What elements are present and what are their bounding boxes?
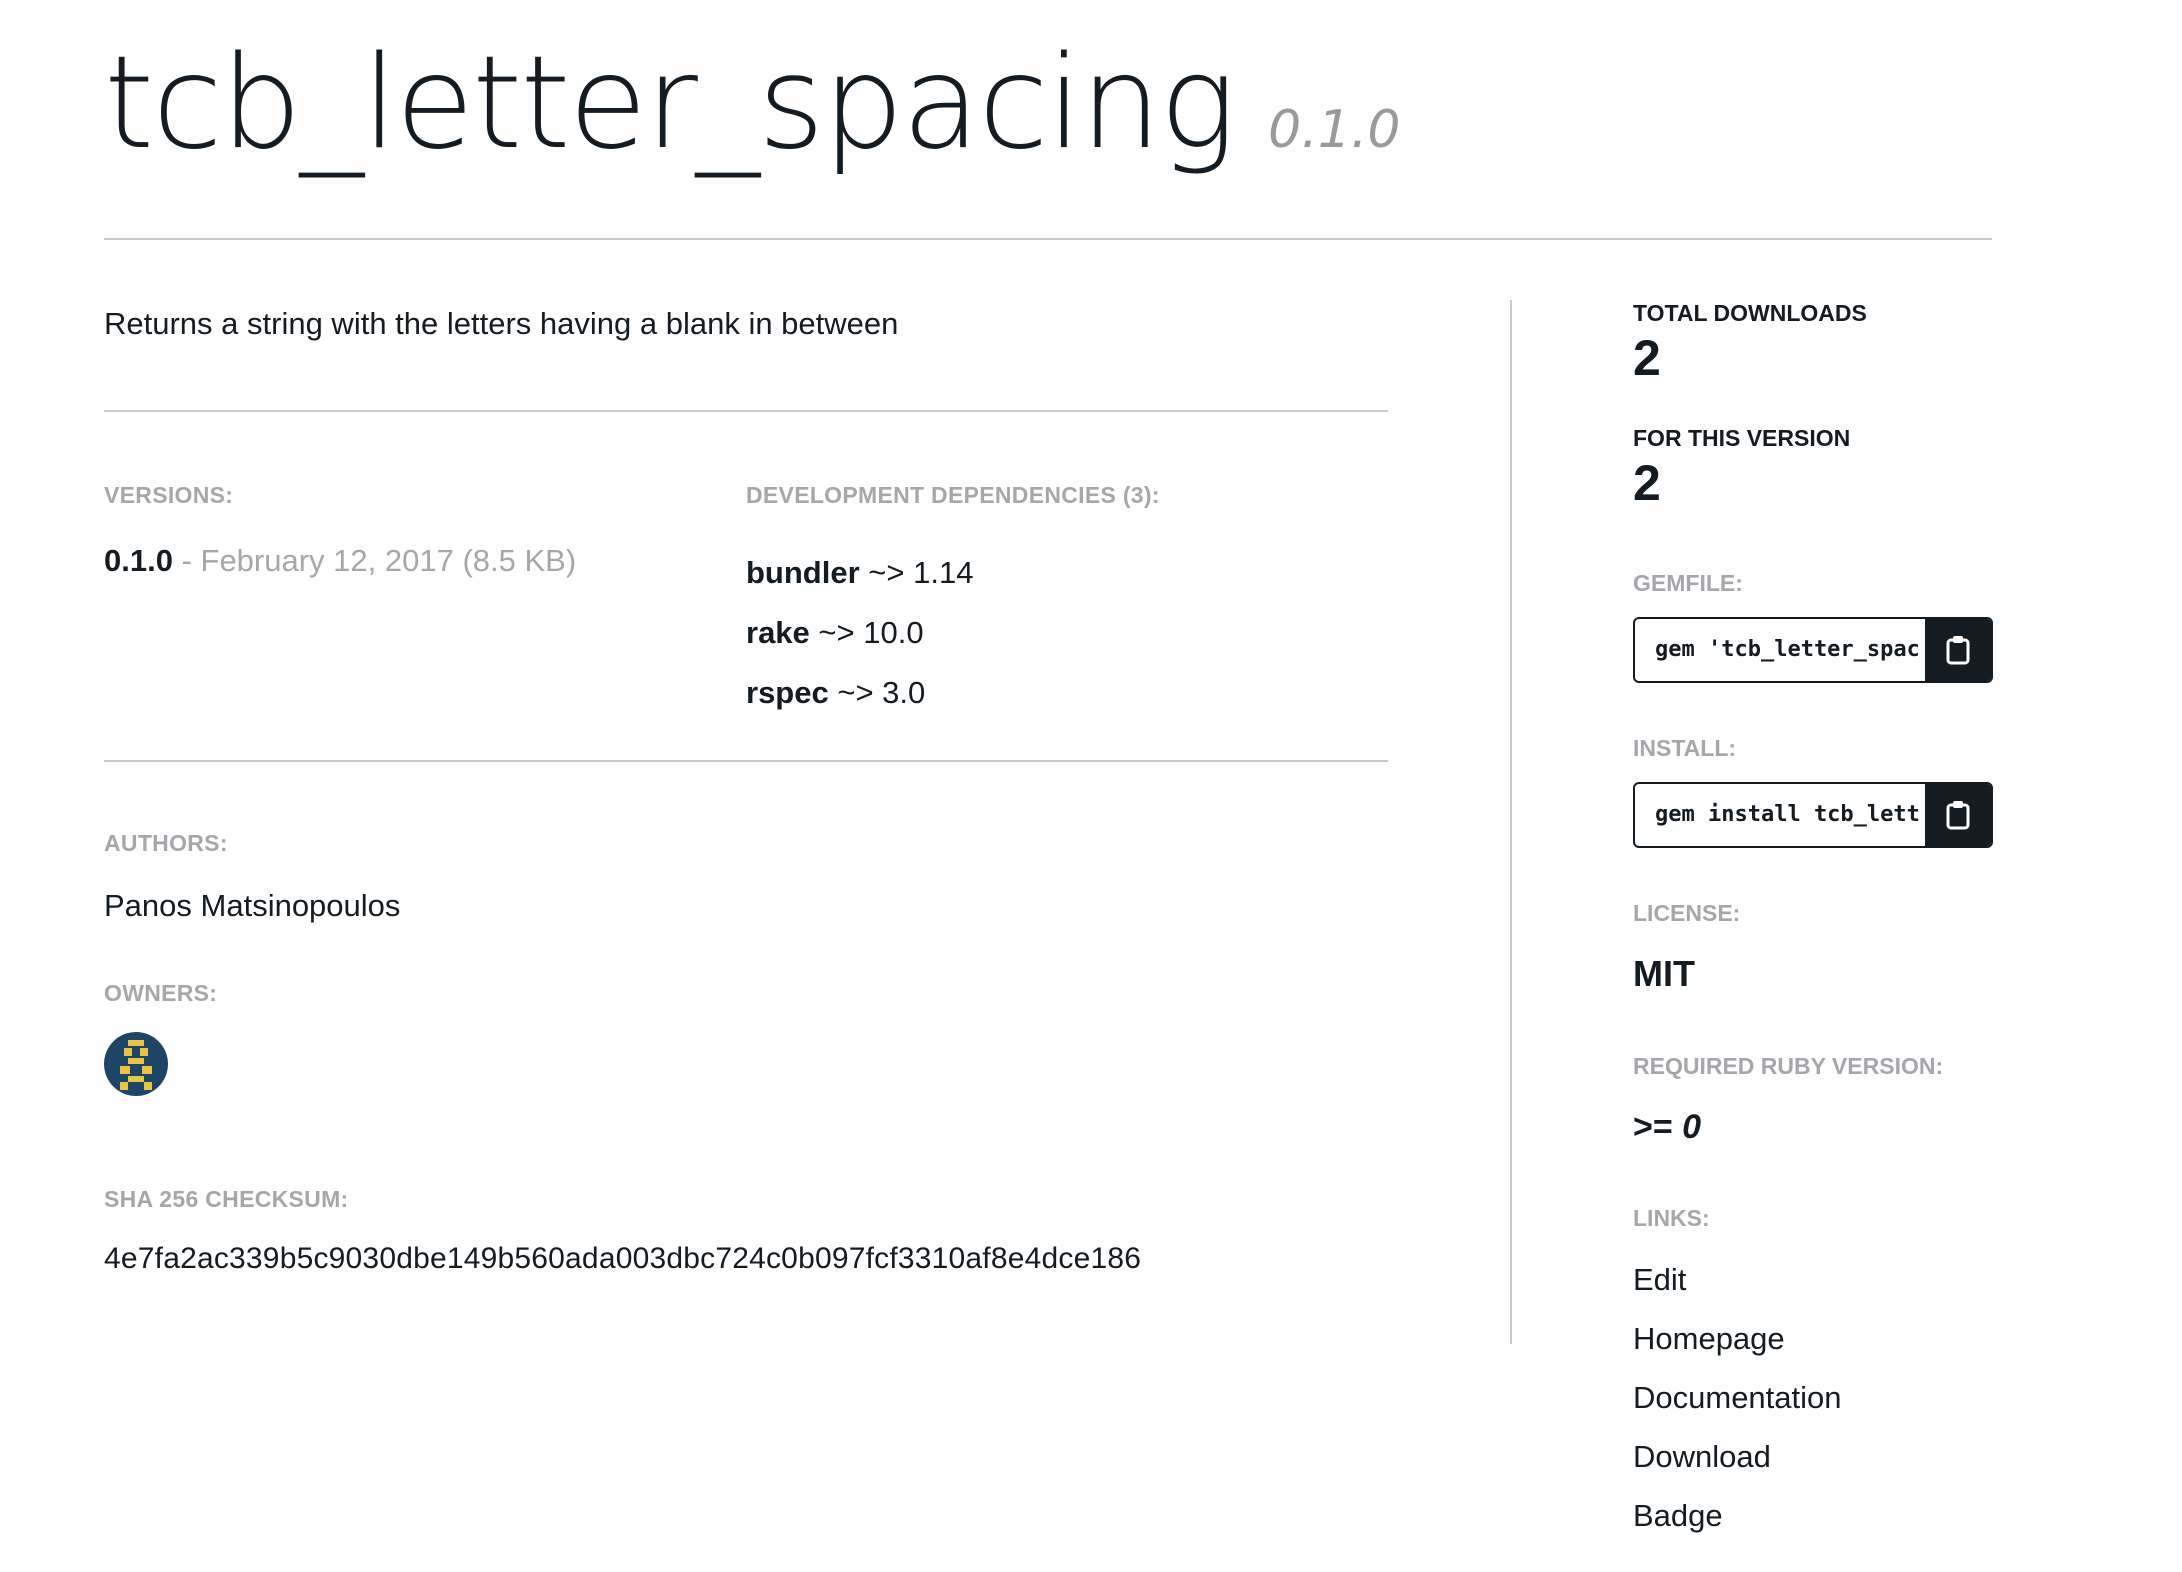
versions-and-dependencies: VERSIONS: 0.1.0 - February 12, 2017 (8.5… [104, 412, 1388, 760]
main-column: Returns a string with the letters having… [104, 300, 1388, 1275]
gemfile-snippet: gem 'tcb_letter_spacing', '~> 0.1.0' [1633, 617, 1993, 683]
dependency-requirement: ~> 3.0 [828, 675, 926, 710]
version-link[interactable]: 0.1.0 [104, 543, 173, 578]
dependency-requirement: ~> 10.0 [809, 615, 924, 650]
header-divider [104, 238, 1992, 240]
version-downloads-label: FOR THIS VERSION [1633, 425, 1851, 451]
link-homepage[interactable]: Homepage [1633, 1309, 1993, 1368]
total-downloads-label: TOTAL DOWNLOADS [1633, 300, 1867, 326]
link-download[interactable]: Download [1633, 1427, 1993, 1486]
dependency-list: bundler ~> 1.14 rake ~> 10.0 rspec ~> 3.… [746, 543, 1160, 723]
owners-label: OWNERS: [104, 980, 218, 1006]
dependency-item: rspec ~> 3.0 [746, 663, 1160, 723]
link-edit[interactable]: Edit [1633, 1250, 1993, 1309]
dependency-link-rake[interactable]: rake [746, 615, 810, 650]
gem-page: tcb_letter_spacing 0.1.0 Returns a string… [0, 0, 2182, 1572]
dev-dependencies-label: DEVELOPMENT DEPENDENCIES (3): [746, 482, 1160, 508]
version-item: 0.1.0 - February 12, 2017 (8.5 KB) [104, 543, 576, 579]
dependency-link-bundler[interactable]: bundler [746, 555, 860, 590]
checksum-label: SHA 256 CHECKSUM: [104, 1186, 349, 1212]
license-label: LICENSE: [1633, 900, 1741, 926]
ruby-version-label: REQUIRED RUBY VERSION: [1633, 1053, 1944, 1079]
ruby-version-operator: >= [1633, 1108, 1683, 1146]
links-list: Edit Homepage Documentation Download Bad… [1633, 1250, 1993, 1545]
gem-version: 0.1.0 [1268, 100, 1401, 160]
clipboard-icon [1946, 636, 1970, 665]
version-meta: - February 12, 2017 (8.5 KB) [172, 543, 577, 578]
dependencies-section: DEVELOPMENT DEPENDENCIES (3): bundler ~>… [746, 482, 1160, 723]
sidebar: TOTAL DOWNLOADS 2 FOR THIS VERSION 2 GEM… [1633, 300, 1993, 1545]
links-label: LINKS: [1633, 1205, 1710, 1231]
gem-description: Returns a string with the letters having… [104, 306, 899, 341]
gemfile-text[interactable]: gem 'tcb_letter_spacing', '~> 0.1.0' [1655, 619, 1919, 681]
divider [104, 760, 1388, 762]
link-documentation[interactable]: Documentation [1633, 1368, 1993, 1427]
dependency-item: bundler ~> 1.14 [746, 543, 1160, 603]
dependency-requirement: ~> 1.14 [859, 555, 974, 590]
install-text[interactable]: gem install tcb_letter_spacing [1655, 784, 1919, 846]
gem-name: tcb_letter_spacing [104, 29, 1236, 178]
gemfile-label: GEMFILE: [1633, 570, 1743, 596]
total-downloads-value: 2 [1633, 330, 1661, 386]
authors-label: AUTHORS: [104, 830, 228, 856]
owner-avatar[interactable] [104, 1032, 168, 1096]
versions-label: VERSIONS: [104, 482, 234, 508]
install-snippet: gem install tcb_letter_spacing [1633, 782, 1993, 848]
gemfile-copy-button[interactable] [1925, 619, 1991, 681]
dependency-link-rspec[interactable]: rspec [746, 675, 829, 710]
link-badge[interactable]: Badge [1633, 1486, 1993, 1545]
gem-title: tcb_letter_spacing 0.1.0 [104, 40, 1400, 168]
checksum-value: 4e7fa2ac339b5c9030dbe149b560ada003dbc724… [104, 1242, 1142, 1275]
ruby-version-value: >= 0 [1633, 1108, 1993, 1147]
column-divider [1510, 300, 1512, 1344]
dependency-item: rake ~> 10.0 [746, 603, 1160, 663]
clipboard-icon [1946, 801, 1970, 830]
version-downloads-value: 2 [1633, 455, 1661, 511]
license-value: MIT [1633, 953, 1695, 994]
avatar-identicon-icon [120, 1040, 152, 1090]
author-names: Panos Matsinopoulos [104, 888, 401, 923]
versions-section: VERSIONS: 0.1.0 - February 12, 2017 (8.5… [104, 482, 576, 579]
install-copy-button[interactable] [1925, 784, 1991, 846]
install-label: INSTALL: [1633, 735, 1737, 761]
ruby-version-number: 0 [1682, 1108, 1702, 1146]
